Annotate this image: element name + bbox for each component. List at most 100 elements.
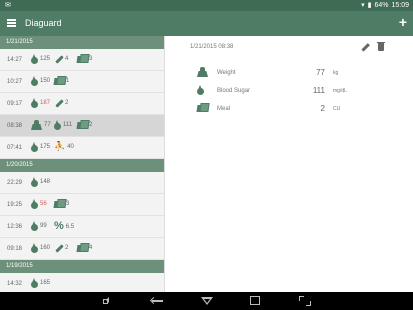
insulin-icon <box>54 54 63 63</box>
detail-label: Meal <box>217 106 231 112</box>
meal-icon <box>77 243 87 252</box>
clock: 15:09 <box>391 1 409 9</box>
entry-time: 14:27 <box>7 57 23 63</box>
blood-sugar-icon <box>31 221 38 231</box>
detail-unit: kg <box>333 70 339 76</box>
battery-level: 64% <box>374 1 389 9</box>
measurement-value: 56 <box>40 201 47 207</box>
day-header: 1/19/2015 <box>0 260 164 273</box>
detail-value: 77 <box>316 68 325 77</box>
measurement-value: 4 <box>65 55 69 62</box>
entry-row[interactable]: 08:38 77 111 2 <box>0 115 164 137</box>
insulin-icon <box>54 243 63 252</box>
wifi-icon: ▾ <box>361 2 365 9</box>
entry-measurement: 99 <box>31 221 47 231</box>
measurement-value: 165 <box>40 280 51 286</box>
entry-measurement: 187 <box>31 98 50 108</box>
home-button[interactable] <box>201 297 213 305</box>
blood-sugar-icon <box>31 278 38 288</box>
edit-icon[interactable] <box>361 43 369 51</box>
measurement-value: 148 <box>40 179 51 185</box>
entry-measurement: 111 <box>54 120 72 130</box>
status-bar: ✉ ▾ ▮ 64% 15:09 <box>0 0 413 11</box>
measurement-value: 1 <box>66 77 70 84</box>
entry-row[interactable]: 19:25 56 3 <box>0 194 164 216</box>
entry-measurement: 4 <box>54 54 68 63</box>
day-header: 1/21/2015 <box>0 36 164 49</box>
entry-row[interactable]: 22:29 148 <box>0 172 164 194</box>
meal-icon <box>54 199 64 208</box>
blood-sugar-icon <box>31 76 38 86</box>
entry-measurement: 1 <box>54 76 69 85</box>
volume-icon[interactable] <box>103 296 111 305</box>
entry-time: 19:25 <box>7 202 23 208</box>
blood-sugar-icon <box>31 243 38 253</box>
detail-value: 2 <box>320 104 325 113</box>
measurement-value: 2 <box>65 99 69 106</box>
insulin-icon <box>54 98 63 107</box>
fullscreen-icon[interactable] <box>299 296 311 306</box>
detail-unit: CU <box>333 106 341 112</box>
navigation-bar <box>0 292 413 310</box>
blood-sugar-icon <box>54 120 61 130</box>
weight-icon <box>197 67 208 77</box>
measurement-value: 3 <box>89 55 93 62</box>
entry-detail: 1/21/2015 08:38 Weight 77 kg Blood Sugar 111… <box>166 36 413 292</box>
entry-row[interactable]: 14:27 125 4 3 <box>0 49 164 71</box>
blood-sugar-icon <box>31 142 38 152</box>
measurement-value: 3 <box>66 200 70 207</box>
detail-row: Meal 2 CU <box>190 100 395 117</box>
entry-measurement: 2 <box>77 120 92 129</box>
detail-date: 1/21/2015 08:38 <box>190 44 234 50</box>
entry-measurement: ⛹ 40 <box>54 142 74 151</box>
activity-icon: ⛹ <box>54 141 66 151</box>
menu-icon[interactable] <box>7 19 16 27</box>
blood-sugar-icon <box>31 199 38 209</box>
measurement-value: 111 <box>63 122 73 128</box>
recent-apps-button[interactable] <box>250 296 260 305</box>
blood-sugar-icon <box>31 98 38 108</box>
blood-sugar-icon <box>197 85 204 95</box>
entry-time: 07:41 <box>7 145 23 151</box>
meal-icon <box>77 54 87 63</box>
meal-icon <box>77 120 87 129</box>
measurement-value: 160 <box>40 245 51 251</box>
blood-sugar-icon <box>31 54 38 64</box>
entry-measurement: 160 <box>31 243 50 253</box>
entry-list[interactable]: 1/21/2015 14:27 125 4 3 10:27 150 1 09:17 187 2 08:… <box>0 36 165 292</box>
meal-icon <box>54 76 64 85</box>
entry-measurement: 150 <box>31 76 50 86</box>
entry-time: 22:29 <box>7 180 23 186</box>
entry-measurement: 3 <box>54 199 69 208</box>
hba1c-icon: % <box>54 220 64 232</box>
measurement-value: 175 <box>40 144 51 150</box>
entry-row[interactable]: 10:27 150 1 <box>0 71 164 93</box>
entry-row[interactable]: 09:18 160 2 4 <box>0 238 164 260</box>
entry-measurement: 56 <box>31 199 47 209</box>
notification-icon: ✉ <box>5 2 11 9</box>
entry-measurement: 3 <box>77 54 92 63</box>
detail-label: Weight <box>217 70 236 76</box>
entry-row[interactable]: 07:41 175 ⛹ 40 <box>0 137 164 159</box>
entry-measurement: 4 <box>77 243 92 252</box>
entry-row[interactable]: 14:32 165 <box>0 273 164 292</box>
measurement-value: 2 <box>65 244 69 251</box>
entry-measurement: 148 <box>31 177 50 187</box>
measurement-value: 6.5 <box>65 223 75 230</box>
back-button[interactable] <box>150 296 164 305</box>
add-entry-button[interactable]: + <box>399 15 407 29</box>
entry-time: 14:32 <box>7 281 23 287</box>
measurement-value: 150 <box>40 78 51 84</box>
app-bar: Diaguard + <box>0 11 413 36</box>
detail-row: Blood Sugar 111 mg/dL <box>190 82 395 99</box>
entry-time: 09:18 <box>7 246 23 252</box>
entry-row[interactable]: 12:36 99% 6.5 <box>0 216 164 238</box>
entry-time: 09:17 <box>7 101 23 107</box>
delete-icon[interactable] <box>377 41 385 51</box>
entry-time: 10:27 <box>7 79 23 85</box>
entry-row[interactable]: 09:17 187 2 <box>0 93 164 115</box>
measurement-value: 4 <box>89 244 93 251</box>
blood-sugar-icon <box>31 177 38 187</box>
entry-measurement: 2 <box>54 243 68 252</box>
meal-icon <box>197 103 207 112</box>
